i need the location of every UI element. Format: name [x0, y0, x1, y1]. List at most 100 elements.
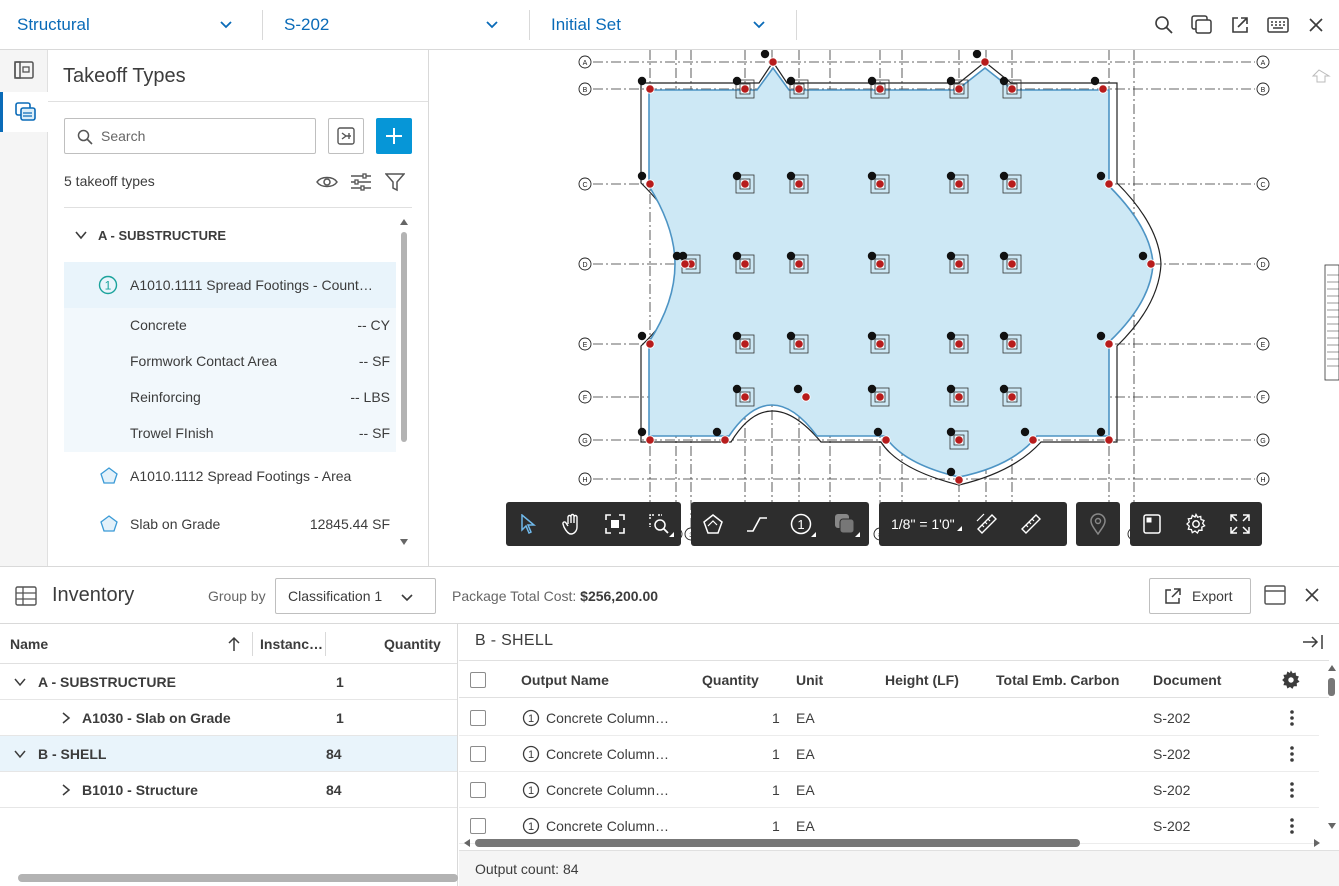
row-checkbox[interactable] [470, 710, 486, 726]
column-header-quantity[interactable]: Quantity [702, 672, 759, 688]
scroll-up-icon[interactable] [400, 218, 408, 226]
settings-button[interactable] [1174, 502, 1218, 546]
output-row[interactable]: Trowel FInish -- SF [64, 416, 396, 452]
gear-icon[interactable] [1281, 670, 1301, 690]
set-dropdown[interactable]: Initial Set [551, 0, 776, 49]
column-header-height[interactable]: Height (LF) [885, 672, 959, 688]
fit-view-button[interactable] [594, 502, 638, 546]
scroll-thumb[interactable] [475, 839, 1080, 847]
keyboard-icon[interactable] [1266, 13, 1290, 37]
location-pin-icon [1090, 513, 1106, 535]
measure-button[interactable] [1009, 502, 1053, 546]
compare-icon[interactable] [1190, 13, 1214, 37]
column-header-quantity[interactable]: Quantity [384, 624, 441, 664]
search-field[interactable] [64, 118, 316, 154]
horizontal-scrollbar[interactable] [18, 874, 458, 882]
count-marker [881, 435, 891, 445]
scroll-thumb[interactable] [1328, 678, 1335, 696]
zoom-window-icon [649, 514, 669, 534]
sheet-view-button[interactable] [1130, 502, 1174, 546]
takeoff-layers-icon [14, 102, 36, 121]
output-row[interactable]: Reinforcing -- LBS [64, 380, 396, 416]
detail-row[interactable]: 1 Concrete Column… 1 EA S-202 [459, 736, 1319, 772]
row-checkbox[interactable] [470, 746, 486, 762]
column-header-document[interactable]: Document [1153, 672, 1221, 688]
column-divider[interactable] [252, 632, 253, 656]
discipline-dropdown[interactable]: Structural [17, 0, 242, 49]
column-header-carbon[interactable]: Total Emb. Carbon [996, 672, 1119, 688]
location-button[interactable] [1076, 502, 1120, 546]
scroll-thumb[interactable] [401, 232, 407, 442]
sheets-tab[interactable] [0, 50, 48, 90]
chevron-right-icon[interactable] [60, 712, 72, 724]
import-button[interactable] [328, 118, 364, 154]
linear-tool-button[interactable] [735, 502, 779, 546]
column-header-output-name[interactable]: Output Name [521, 672, 609, 688]
inventory-row[interactable]: B - SHELL 84 [0, 736, 457, 772]
chevron-down-icon[interactable] [14, 748, 26, 760]
detail-row[interactable]: 1 Concrete Column… 1 EA S-202 [459, 700, 1319, 736]
output-row[interactable]: Concrete -- CY [64, 308, 396, 344]
marker-anchor [946, 331, 956, 341]
area-polygon-icon [100, 467, 118, 484]
column-header-instances[interactable]: Instanc… [260, 624, 323, 664]
svg-text:1: 1 [528, 785, 534, 797]
search-input[interactable] [101, 128, 301, 144]
inventory-row[interactable]: A - SUBSTRUCTURE 1 [0, 664, 457, 700]
column-divider[interactable] [325, 632, 326, 656]
tree-scrollbar[interactable] [400, 218, 408, 548]
drawing-canvas[interactable]: AABBCCDDEEFFGGHH1234567891011121314 [429, 50, 1339, 566]
select-all-checkbox[interactable] [470, 672, 486, 688]
sheet-dropdown[interactable]: S-202 [284, 0, 509, 49]
scroll-down-icon[interactable] [400, 538, 408, 546]
filter-icon[interactable] [383, 170, 407, 194]
more-options-icon[interactable] [1289, 745, 1295, 763]
close-icon[interactable] [1304, 13, 1328, 37]
dock-panel-icon[interactable] [1264, 585, 1286, 607]
inventory-row[interactable]: A1030 - Slab on Grade 1 [0, 700, 457, 736]
add-takeoff-button[interactable] [376, 118, 412, 154]
inventory-row[interactable]: B1010 - Structure 84 [0, 772, 457, 808]
count-tool-button[interactable]: 1 [779, 502, 823, 546]
count-marker [740, 339, 750, 349]
style-tool-button[interactable] [823, 502, 867, 546]
floor-plan[interactable]: AABBCCDDEEFFGGHH1234567891011121314 [429, 50, 1339, 566]
marker-anchor [1020, 427, 1030, 437]
settings-sliders-icon[interactable] [349, 170, 373, 194]
takeoff-item-spread-footings-count[interactable]: 1 A1010.1111 Spread Footings - Count… [64, 262, 396, 308]
column-header-unit[interactable]: Unit [796, 672, 823, 688]
fullscreen-button[interactable] [1218, 502, 1262, 546]
pan-tool-button[interactable] [550, 502, 594, 546]
area-tool-button[interactable] [691, 502, 735, 546]
close-icon[interactable] [1304, 587, 1320, 603]
visibility-eye-icon[interactable] [315, 170, 339, 194]
export-button[interactable]: Export [1149, 578, 1251, 614]
group-by-select[interactable]: Classification 1 [275, 578, 436, 614]
tree-group-substructure[interactable]: A - SUBSTRUCTURE [64, 215, 396, 255]
search-icon [77, 129, 93, 145]
more-options-icon[interactable] [1289, 709, 1295, 727]
sort-ascending-icon[interactable] [227, 636, 241, 652]
column-header-name[interactable]: Name [10, 624, 48, 664]
chevron-right-icon[interactable] [60, 784, 72, 796]
more-options-icon[interactable] [1289, 817, 1295, 835]
scale-selector[interactable]: 1/8" = 1'0" [879, 516, 965, 532]
row-checkbox[interactable] [470, 782, 486, 798]
share-icon[interactable] [1228, 13, 1252, 37]
takeoff-item-spread-footings-area[interactable]: A1010.1112 Spread Footings - Area [64, 456, 396, 496]
more-options-icon[interactable] [1289, 781, 1295, 799]
search-icon[interactable] [1152, 13, 1176, 37]
vertical-scrollbar[interactable] [1327, 664, 1337, 844]
row-checkbox[interactable] [470, 818, 486, 834]
calibrate-button[interactable] [965, 502, 1009, 546]
takeoff-item-slab-on-grade[interactable]: Slab on Grade 12845.44 SF [64, 504, 396, 544]
chevron-down-icon[interactable] [14, 676, 26, 688]
detail-row[interactable]: 1 Concrete Column… 1 EA S-202 [459, 772, 1319, 808]
divider [262, 10, 263, 40]
output-row[interactable]: Formwork Contact Area -- SF [64, 344, 396, 380]
horizontal-scrollbar[interactable] [463, 838, 1323, 848]
zoom-window-button[interactable] [637, 502, 681, 546]
takeoff-tab[interactable] [0, 92, 48, 132]
collapse-panel-icon[interactable] [1302, 634, 1324, 650]
select-tool-button[interactable] [506, 502, 550, 546]
